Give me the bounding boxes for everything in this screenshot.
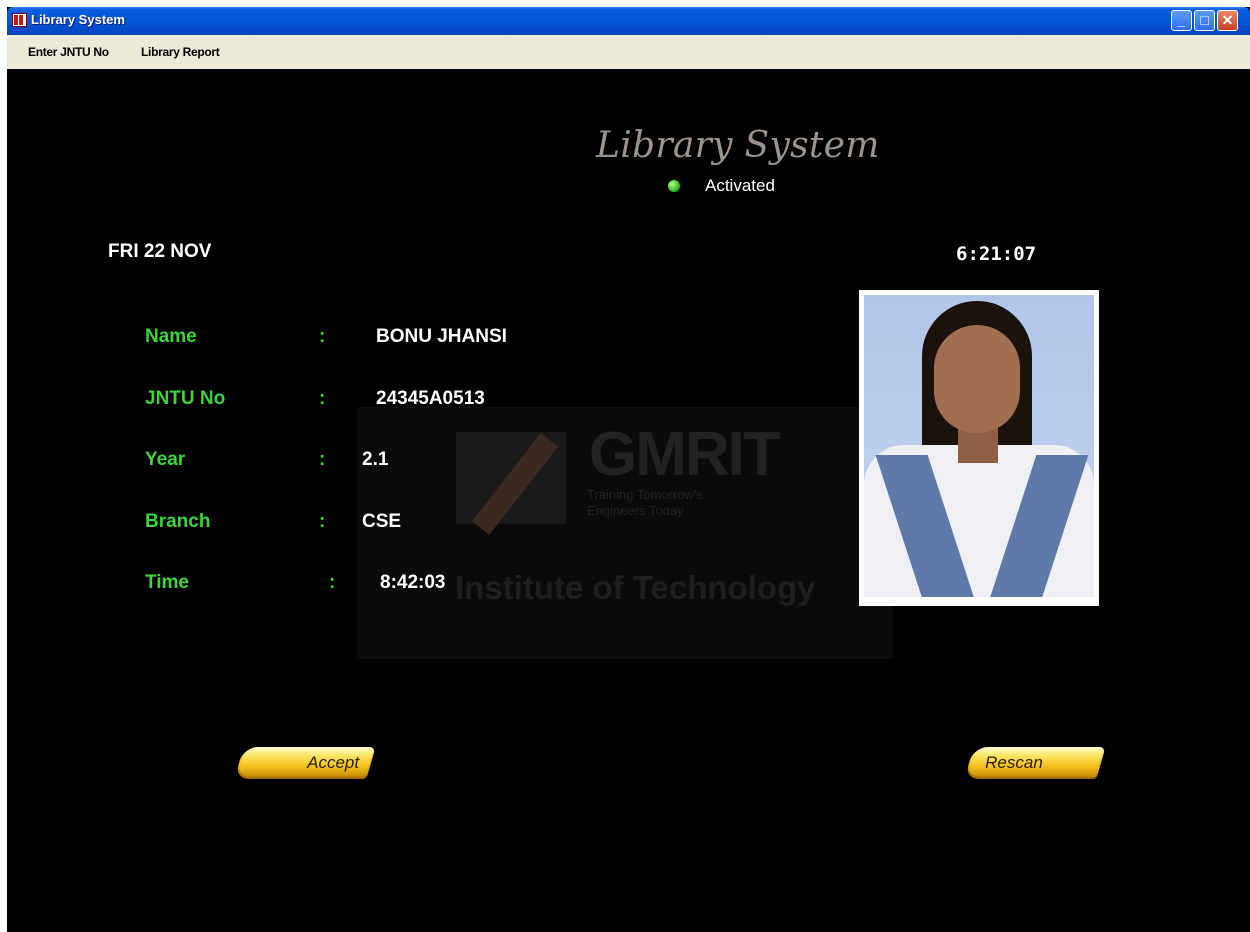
title-bar[interactable]: Library System _ □ ✕: [7, 7, 1250, 35]
field-value-jntu-no: 24345A0513: [376, 388, 485, 409]
accept-button[interactable]: Accept: [234, 747, 376, 779]
page-title: Library System: [596, 125, 880, 166]
field-separator: :: [319, 388, 326, 409]
window-title: Library System: [31, 12, 125, 27]
current-clock: 6:21:07: [956, 243, 1037, 265]
watermark-brand: GMRIT: [589, 420, 781, 489]
close-button[interactable]: ✕: [1217, 10, 1238, 31]
field-value-year: 2.1: [362, 449, 389, 470]
field-label-year: Year: [145, 449, 186, 470]
college-watermark: GMRIT Training Tomorrow's Engineers Toda…: [357, 407, 893, 659]
status-label: Activated: [705, 176, 775, 195]
menu-bar: Enter JNTU No Library Report: [7, 35, 1250, 69]
field-value-name: BONU JHANSI: [376, 326, 507, 347]
field-value-time: 8:42:03: [380, 572, 446, 593]
field-separator: :: [319, 449, 326, 470]
field-label-jntu-no: JNTU No: [145, 388, 226, 409]
student-photo-image: [864, 295, 1094, 597]
field-label-branch: Branch: [145, 511, 211, 532]
menu-library-report[interactable]: Library Report: [141, 45, 220, 59]
current-date: FRI 22 NOV: [108, 241, 212, 262]
main-panel: GMRIT Training Tomorrow's Engineers Toda…: [7, 69, 1250, 932]
menu-enter-jntu-no[interactable]: Enter JNTU No: [28, 45, 109, 59]
maximize-button[interactable]: □: [1194, 10, 1215, 31]
field-separator: :: [319, 326, 326, 347]
field-label-name: Name: [145, 326, 197, 347]
status-indicator-icon: [668, 180, 680, 192]
watermark-institute: Institute of Technology: [455, 569, 816, 606]
student-photo: [859, 290, 1099, 606]
watermark-tagline: Training Tomorrow's Engineers Today: [587, 487, 703, 518]
rescan-button[interactable]: Rescan: [964, 747, 1106, 779]
app-window: Library System _ □ ✕ Enter JNTU No Libra…: [7, 7, 1250, 932]
field-value-branch: CSE: [362, 511, 402, 532]
field-label-time: Time: [145, 572, 190, 593]
watermark-logo-icon: [456, 432, 566, 535]
field-separator: :: [329, 572, 336, 593]
app-book-icon[interactable]: [12, 13, 27, 27]
field-separator: :: [319, 511, 326, 532]
minimize-button[interactable]: _: [1171, 10, 1192, 31]
